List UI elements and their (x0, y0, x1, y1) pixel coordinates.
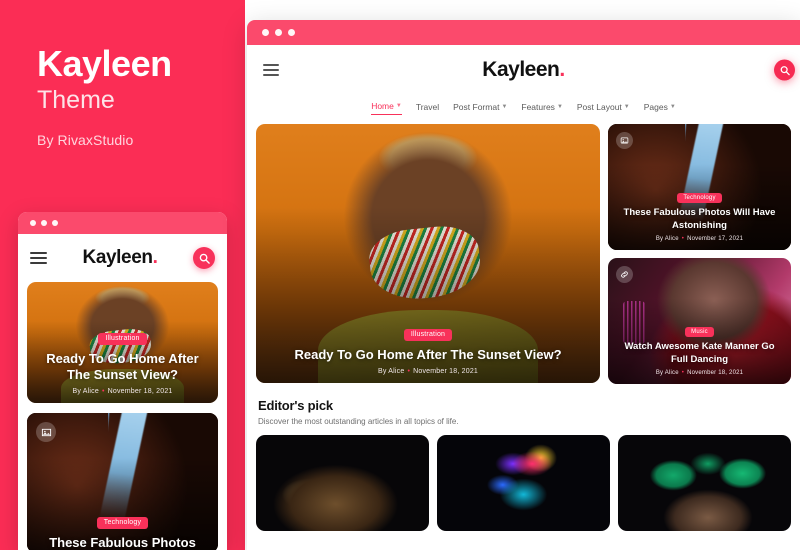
nav-label: Features (521, 101, 555, 112)
article-card[interactable]: Music Watch Awesome Kate Manner Go Full … (608, 258, 791, 384)
article-thumbnail (618, 435, 791, 531)
mobile-logo-dot: . (152, 247, 158, 268)
brand-title: Kayleen (37, 43, 172, 84)
meta-separator: • (681, 370, 685, 376)
mobile-card-list: Illustration Ready To Go Home After The … (18, 282, 227, 550)
section-title: Editor's pick (258, 398, 333, 413)
site-header: Kayleen. (247, 45, 800, 95)
card-overlay: Technology These Fabulous Photos Will Ha… (608, 186, 791, 250)
article-date: November 18, 2021 (107, 388, 173, 395)
editors-pick-header: Editor's pick Discover the most outstand… (256, 384, 791, 426)
editors-pick-card[interactable] (256, 435, 429, 531)
page-content: Illustration Ready To Go Home After The … (247, 124, 800, 531)
search-icon[interactable] (193, 247, 215, 269)
hamburger-icon[interactable] (30, 252, 47, 264)
nav-label: Post Format (453, 101, 500, 112)
card-overlay: Music Watch Awesome Kate Manner Go Full … (608, 320, 791, 384)
nav-item-post-format[interactable]: Post Format ▼ (453, 102, 507, 115)
chevron-down-icon: ▼ (623, 103, 630, 110)
window-dot-maximize[interactable] (288, 29, 295, 36)
screenshot-stage: Kayleen Theme By RivaxStudio Kayleen. Il… (0, 0, 800, 550)
article-title[interactable]: Ready To Go Home After The Sunset View? (266, 347, 590, 363)
site-logo-dot: . (559, 58, 565, 81)
article-meta: By Alice • November 18, 2021 (266, 368, 590, 375)
category-badge[interactable]: Technology (96, 516, 149, 529)
link-icon (616, 266, 633, 283)
featured-side-column: Technology These Fabulous Photos Will Ha… (608, 124, 791, 384)
article-title[interactable]: These Fabulous Photos Will Have Astonish… (618, 207, 781, 232)
article-author: By Alice (72, 388, 99, 395)
article-title[interactable]: Ready To Go Home After The Sunset View? (37, 351, 208, 384)
editors-pick-grid (256, 435, 791, 531)
brand-author: By RivaxStudio (37, 132, 134, 149)
chevron-down-icon: ▼ (669, 103, 676, 110)
chevron-down-icon: ▼ (395, 103, 402, 109)
browser-titlebar (247, 20, 800, 45)
mobile-mockup: Kayleen. Illustration Ready To Go Home A… (18, 212, 227, 550)
nav-item-post-layout[interactable]: Post Layout ▼ (577, 102, 630, 115)
main-navigation: Home ▼ Travel Post Format ▼ Features ▼ Post… (247, 95, 800, 124)
list-item[interactable]: Illustration Ready To Go Home After The … (27, 282, 218, 403)
card-overlay: Illustration Ready To Go Home After The … (256, 323, 600, 383)
window-dot-minimize (41, 220, 47, 226)
meta-separator: • (407, 368, 411, 375)
article-title[interactable]: These Fabulous Photos (37, 535, 208, 550)
brand-block: Kayleen Theme By RivaxStudio (37, 43, 237, 149)
site-logo[interactable]: Kayleen. (482, 58, 565, 82)
chevron-down-icon: ▼ (556, 103, 563, 110)
article-date: November 18, 2021 (413, 368, 479, 375)
nav-item-pages[interactable]: Pages ▼ (644, 102, 676, 115)
search-icon[interactable] (774, 59, 795, 81)
category-badge[interactable]: Music (685, 327, 714, 338)
article-title[interactable]: Watch Awesome Kate Manner Go Full Dancin… (618, 341, 781, 366)
window-dot-minimize[interactable] (275, 29, 282, 36)
mobile-site-header: Kayleen. (18, 234, 227, 282)
left-promo-panel: Kayleen Theme By RivaxStudio Kayleen. Il… (0, 0, 245, 550)
article-date: November 18, 2021 (687, 370, 744, 376)
brand-subtitle: Theme (37, 86, 115, 115)
article-author: By Alice (655, 370, 679, 376)
article-date: November 17, 2021 (687, 236, 744, 242)
article-thumbnail (437, 435, 610, 531)
featured-grid: Illustration Ready To Go Home After The … (256, 124, 791, 384)
editors-pick-card[interactable] (618, 435, 791, 531)
nav-label: Post Layout (576, 101, 622, 112)
article-author: By Alice (655, 236, 679, 242)
meta-separator: • (101, 388, 105, 395)
hamburger-icon[interactable] (263, 64, 279, 76)
site-logo-text: Kayleen (482, 58, 560, 81)
hero-article-card[interactable]: Illustration Ready To Go Home After The … (256, 124, 600, 383)
article-thumbnail (256, 435, 429, 531)
nav-label: Travel (415, 101, 440, 112)
mobile-titlebar (18, 212, 227, 234)
mobile-logo-text: Kayleen (82, 247, 153, 268)
chevron-down-icon: ▼ (501, 103, 508, 110)
article-meta: By Alice • November 18, 2021 (37, 388, 208, 395)
nav-item-features[interactable]: Features ▼ (521, 102, 563, 115)
window-dot-close (30, 220, 36, 226)
nav-label: Pages (643, 101, 668, 112)
editors-pick-card[interactable] (437, 435, 610, 531)
browser-window: Kayleen. Home ▼ Travel Post Format ▼ Featu… (247, 20, 800, 550)
mobile-site-logo[interactable]: Kayleen. (83, 247, 158, 269)
article-meta: By Alice • November 18, 2021 (618, 370, 781, 376)
window-dot-close[interactable] (262, 29, 269, 36)
nav-item-travel[interactable]: Travel (416, 102, 439, 115)
meta-separator: • (681, 236, 685, 242)
section-subtitle: Discover the most outstanding articles i… (258, 417, 459, 426)
image-icon (616, 132, 633, 149)
nav-label: Home (371, 101, 394, 111)
category-badge[interactable]: Illustration (403, 328, 453, 341)
article-card[interactable]: Technology These Fabulous Photos Will Ha… (608, 124, 791, 250)
category-badge[interactable]: Illustration (98, 332, 147, 345)
image-icon (36, 422, 56, 442)
window-dot-maximize (52, 220, 58, 226)
card-overlay: Technology These Fabulous Photos (27, 511, 218, 550)
list-item[interactable]: Technology These Fabulous Photos (27, 413, 218, 550)
card-overlay: Illustration Ready To Go Home After The … (27, 327, 218, 403)
article-meta: By Alice • November 17, 2021 (618, 236, 781, 242)
nav-item-home[interactable]: Home ▼ (371, 101, 402, 115)
article-author: By Alice (377, 368, 405, 375)
category-badge[interactable]: Technology (677, 193, 722, 204)
